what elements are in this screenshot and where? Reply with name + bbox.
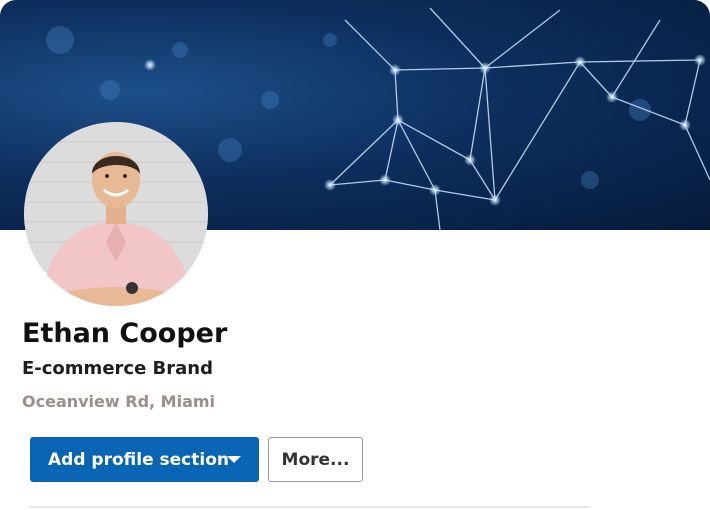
chevron-down-icon[interactable] [227, 456, 241, 463]
more-button-label: More... [281, 449, 350, 470]
profile-headline: E-commerce Brand [22, 358, 213, 379]
divider [30, 506, 590, 508]
profile-avatar[interactable] [24, 122, 208, 306]
add-profile-section-label: Add profile section [48, 449, 229, 470]
profile-location: Oceanview Rd, Miami [22, 392, 216, 411]
profile-card: Ethan Cooper E-commerce Brand Oceanview … [0, 0, 710, 510]
more-button[interactable]: More... [268, 437, 363, 482]
avatar-photo [24, 122, 208, 306]
add-profile-section-button[interactable]: Add profile section [30, 437, 259, 482]
profile-name: Ethan Cooper [22, 318, 228, 349]
